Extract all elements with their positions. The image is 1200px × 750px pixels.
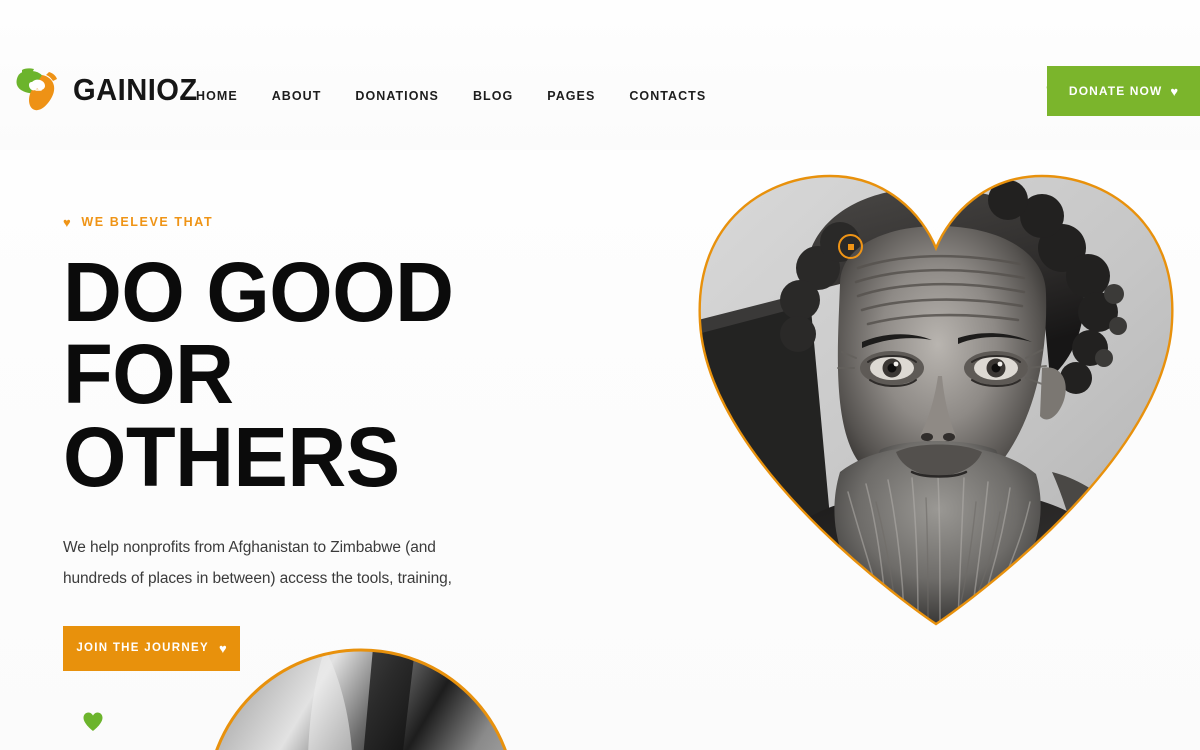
hotspot-dot-icon: [847, 243, 854, 250]
hero-title-line-1: DO GOOD FOR: [63, 245, 454, 422]
hero-page: GAINIOZ HOME ABOUT DONATIONS BLOG PAGES …: [0, 0, 1200, 750]
donate-now-button[interactable]: DONATE NOW ♥: [1047, 66, 1200, 116]
brand-name: GAINIOZ: [73, 71, 198, 107]
nav-item-donations[interactable]: DONATIONS: [355, 85, 439, 107]
portrait-photo: [699, 176, 1173, 624]
image-hotspot-marker[interactable]: [838, 234, 863, 259]
green-heart-icon: [83, 712, 103, 731]
nav-item-blog[interactable]: BLOG: [473, 85, 513, 107]
hero-eyebrow-label: WE BELEVE THAT: [81, 215, 214, 229]
hero-title-line-2: OTHERS: [63, 409, 400, 504]
hero-content: ♥ WE BELEVE THAT DO GOOD FOR OTHERS We h…: [63, 215, 583, 671]
hero-heart-image: [690, 172, 1182, 627]
nav-item-about[interactable]: ABOUT: [272, 85, 322, 107]
site-header: GAINIOZ HOME ABOUT DONATIONS BLOG PAGES …: [0, 0, 1200, 150]
join-the-journey-label: JOIN THE JOURNEY: [76, 642, 209, 655]
nav-item-pages[interactable]: PAGES: [547, 85, 595, 107]
donate-now-label: DONATE NOW: [1068, 84, 1163, 98]
heart-icon: ♥: [1170, 83, 1179, 99]
hero-subtitle: We help nonprofits from Afghanistan to Z…: [63, 538, 452, 587]
section-heart-icon: [82, 711, 104, 733]
nav-item-home[interactable]: HOME: [196, 85, 238, 107]
main-navigation: HOME ABOUT DONATIONS BLOG PAGES CONTACTS: [196, 85, 706, 107]
heart-icon: ♥: [63, 214, 73, 230]
hero-eyebrow: ♥ WE BELEVE THAT: [63, 215, 583, 229]
nav-item-contacts[interactable]: CONTACTS: [629, 85, 706, 107]
brazil-map-hand-logo-icon: [10, 62, 64, 116]
brand-logo[interactable]: GAINIOZ: [10, 62, 206, 116]
page-title: DO GOOD FOR OTHERS: [63, 250, 567, 504]
next-section-image: [205, 648, 517, 750]
